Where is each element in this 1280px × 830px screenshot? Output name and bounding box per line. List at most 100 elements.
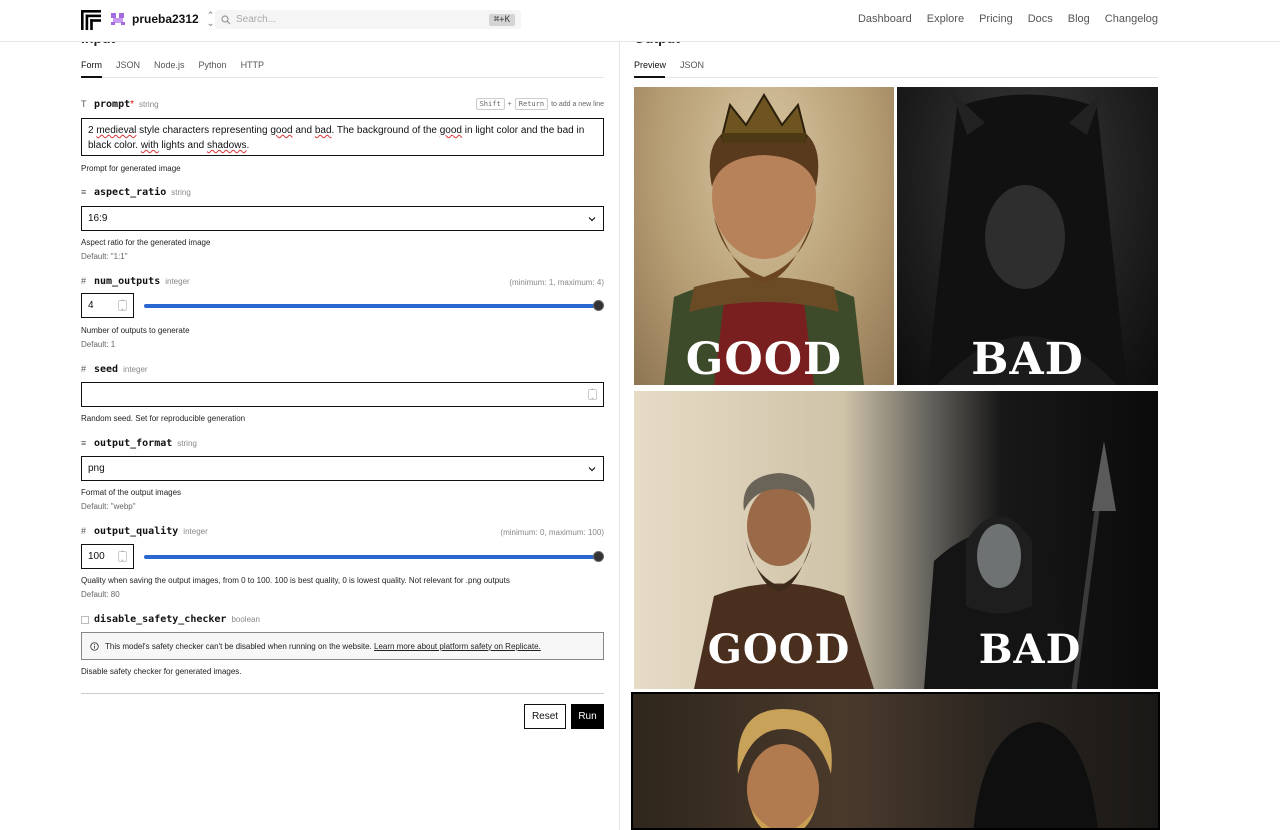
aspect-ratio-select[interactable]: 16:9 [81,206,604,231]
nav-dashboard[interactable]: Dashboard [858,13,912,25]
tab-nodejs[interactable]: Node.js [154,60,185,76]
search-input[interactable]: Search... ⌘+K [215,10,521,29]
safety-checker-type: boolean [231,615,260,624]
platform-safety-link[interactable]: Learn more about platform safety on Repl… [374,642,541,651]
aspect-ratio-label: ≡ aspect_ratio string [81,187,191,198]
nav-explore[interactable]: Explore [927,13,964,25]
run-button[interactable]: Run [571,704,604,729]
stepper-icon[interactable]: ⌃ ⌄ [588,389,597,401]
disable-safety-checkbox[interactable] [81,616,89,624]
input-tabs-line [81,77,604,78]
output-format-type: string [177,439,197,448]
reset-button[interactable]: Reset [524,704,566,729]
prompt-textarea[interactable]: 2 medieval style characters representing… [81,118,604,156]
seed-description: Random seed. Set for reproducible genera… [81,414,246,423]
required-marker: * [130,99,135,110]
account-switcher[interactable]: prueba2312 ⌃ ⌄ [110,10,215,28]
output-format-value: png [88,463,105,474]
output-tab-indicator [634,76,665,78]
num-outputs-type: integer [165,277,190,286]
output-format-label: ≡ output_format string [81,438,197,449]
output-format-select[interactable]: png [81,456,604,481]
tab-http[interactable]: HTTP [241,60,265,76]
prompt-part: bad [314,125,332,136]
prompt-part: with [140,140,159,151]
stepper-icon[interactable]: ⌃ ⌄ [118,551,127,563]
replicate-logo-icon[interactable] [81,10,101,30]
chevron-down-icon [588,466,596,471]
tab-form[interactable]: Form [81,60,102,76]
hint-plus: + [507,100,512,108]
search-shortcut: ⌘+K [488,13,515,26]
image-caption-bad: BAD [971,334,1084,385]
image-caption-bad: BAD [978,626,1082,673]
search-icon [221,14,231,24]
output-tabs: Preview JSON [634,60,704,76]
num-outputs-label: # num_outputs integer [81,276,190,287]
tab-preview[interactable]: Preview [634,60,666,76]
list-type-icon: ≡ [81,187,87,197]
output-image-3[interactable] [631,692,1160,830]
num-outputs-default: Default: 1 [81,340,116,349]
image-caption-good: GOOD [685,334,843,385]
prompt-part: style characters representing [136,125,271,136]
stepper-icon[interactable]: ⌃ ⌄ [118,300,127,312]
slider-handle[interactable] [593,300,604,311]
input-tabs: Form JSON Node.js Python HTTP [81,60,264,76]
aspect-ratio-type: string [171,188,191,197]
nav-docs[interactable]: Docs [1028,13,1053,25]
chevron-up-down-icon: ⌃ ⌄ [206,10,215,28]
info-icon [90,641,99,651]
shift-key: Shift [475,98,505,110]
nav-pricing[interactable]: Pricing [979,13,1013,25]
text-type-icon: T [81,99,87,109]
output-image-1-right[interactable]: BAD [897,87,1158,385]
list-type-icon: ≡ [81,438,87,448]
nav-changelog[interactable]: Changelog [1105,13,1158,25]
num-outputs-input[interactable]: 4 ⌃ ⌄ [81,293,134,318]
output-quality-value: 100 [88,551,105,562]
output-quality-range: (minimum: 0, maximum: 100) [500,528,604,537]
tab-output-json[interactable]: JSON [680,60,704,76]
newline-hint: Shift + Return to add a new line [475,98,604,110]
num-outputs-slider[interactable] [144,300,604,311]
output-quality-default: Default: 80 [81,590,120,599]
num-outputs-value: 4 [88,300,94,311]
output-quality-input[interactable]: 100 ⌃ ⌄ [81,544,134,569]
output-quality-label: # output_quality integer [81,526,208,537]
chevron-down-icon [588,216,596,221]
prompt-part: lights and [158,140,207,151]
output-quality-slider[interactable] [144,551,604,562]
tab-python[interactable]: Python [199,60,227,76]
return-key: Return [514,98,549,110]
prompt-part: . [246,140,250,151]
hint-text: to add a new line [551,100,604,108]
output-quality-type: integer [183,527,208,536]
seed-input[interactable]: ⌃ ⌄ [81,382,604,407]
number-type-icon: # [81,364,87,374]
prompt-part: shadows [206,140,247,151]
tab-json[interactable]: JSON [116,60,140,76]
nav-blog[interactable]: Blog [1068,13,1090,25]
prompt-part: good [270,125,293,136]
prompt-type: string [139,100,159,109]
safety-notice-text: This model's safety checker can't be dis… [105,641,372,651]
output-quality-description: Quality when saving the output images, f… [81,576,510,585]
num-outputs-description: Number of outputs to generate [81,326,190,335]
output-image-1-left[interactable]: GOOD [634,87,894,385]
safety-checker-label: disable_safety_checker boolean [94,614,260,625]
number-type-icon: # [81,526,87,536]
top-header: prueba2312 ⌃ ⌄ Search... ⌘+K Dashboard Ex… [0,0,1280,42]
aspect-ratio-value: 16:9 [88,213,108,224]
output-image-2[interactable]: GOOD BAD [634,391,1158,689]
safety-notice: This model's safety checker can't be dis… [81,632,604,660]
aspect-ratio-default: Default: "1:1" [81,252,128,261]
top-nav: Dashboard Explore Pricing Docs Blog Chan… [858,13,1158,25]
output-format-description: Format of the output images [81,488,182,497]
slider-handle[interactable] [593,551,604,562]
prompt-part: good [439,125,462,136]
output-format-default: Default: "webp" [81,502,136,511]
num-outputs-range: (minimum: 1, maximum: 4) [509,278,604,287]
panel-divider [619,42,620,830]
partial-illustration [737,709,1098,828]
